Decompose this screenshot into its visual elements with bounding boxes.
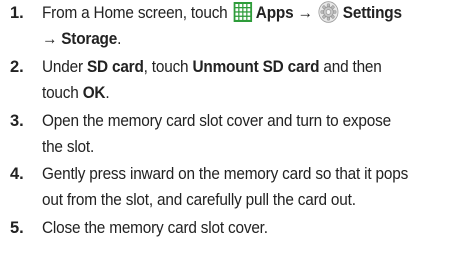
step-text: From a Home screen, touch Apps → Setting… [42,0,440,52]
text-fragment: and then [319,58,382,76]
text-fragment: Under [42,58,87,76]
step-text: Close the memory card slot cover. [42,215,440,241]
step-4-line-2: out from the slot, and carefully pull th… [42,191,356,209]
storage-label: Storage [61,30,118,48]
step-text: Gently press inward on the memory card s… [42,161,440,213]
step-1-intro: From a Home screen, touch [42,4,228,22]
unmount-sd-card-label: Unmount SD card [192,58,320,76]
step-5-line-1: Close the memory card slot cover. [42,219,268,237]
step-3-line-1: Open the memory card slot cover and turn… [42,112,391,130]
step-1-line-1: From a Home screen, touch Apps → Setting… [42,0,440,26]
step-2-line-1: Under SD card, touch Unmount SD card and… [42,54,440,80]
step-text: Open the memory card slot cover and turn… [42,108,440,160]
step-number: 5. [10,219,24,237]
apps-label: Apps [255,4,294,22]
period: . [105,84,110,102]
apps-grid-icon [233,2,253,22]
text-fragment: , touch [143,58,193,76]
step-number: 2. [10,58,24,76]
step-number: 3. [10,112,24,130]
step-number: 1. [10,4,24,22]
step-4-line-1: Gently press inward on the memory card s… [42,165,409,183]
step-text: Under SD card, touch Unmount SD card and… [42,54,440,106]
sd-card-label: SD card [86,58,144,76]
period: . [117,30,122,48]
step-2-line-2: touch OK. [42,80,440,106]
text-fragment: touch [42,84,83,102]
step-3-line-2: the slot. [42,138,95,156]
step-1-line-2: → Storage. [42,26,440,52]
arrow-glyph: → [297,4,313,22]
arrow-glyph: → [42,30,58,48]
settings-gear-icon [318,1,339,23]
settings-label: Settings [342,4,402,22]
ok-label: OK [82,84,106,102]
step-number: 4. [10,165,24,183]
